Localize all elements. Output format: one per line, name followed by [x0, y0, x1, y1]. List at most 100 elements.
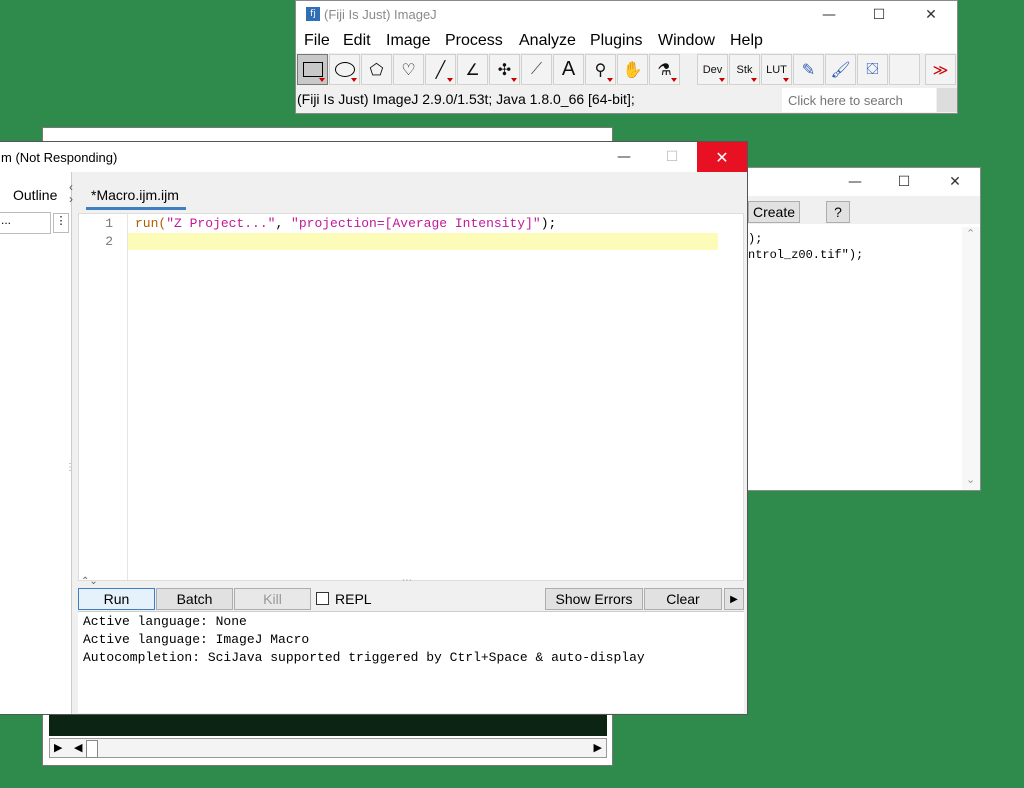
chevron-up-icon[interactable]: ⌃	[966, 227, 975, 240]
current-line-highlight	[128, 233, 718, 250]
imagej-main-window: fj (Fiji Is Just) ImageJ — ☐ ✕ File Edit…	[295, 0, 958, 114]
more-options-button[interactable]: ▶	[724, 588, 744, 610]
editor-title: m (Not Responding)	[1, 150, 118, 165]
angle-tool[interactable]: ∠	[457, 54, 488, 85]
oval-icon	[334, 62, 355, 77]
clear-button[interactable]: Clear	[644, 588, 722, 610]
minimize-icon[interactable]: —	[832, 168, 878, 196]
hand-tool[interactable]: ✋	[617, 54, 648, 85]
create-button[interactable]: Create	[748, 201, 800, 223]
sidebar-menu-button[interactable]: ⋮	[53, 213, 69, 233]
menu-process[interactable]: Process	[445, 32, 503, 50]
tab-macro[interactable]: *Macro.ijm.ijm	[91, 187, 179, 203]
lut-tool[interactable]: LUT	[761, 54, 792, 85]
scroll-left-icon[interactable]: ◀	[74, 741, 82, 754]
play-icon: ▶	[730, 593, 738, 605]
text-icon: A	[561, 58, 576, 80]
chevron-down-icon[interactable]: ⌄	[966, 473, 975, 486]
stk-label: Stk	[736, 63, 753, 76]
image-canvas	[49, 714, 607, 736]
rectangle-icon	[302, 62, 323, 77]
maximize-icon[interactable]: ☐	[856, 1, 902, 29]
menu-plugins[interactable]: Plugins	[590, 32, 642, 50]
brush-tool[interactable]: 🖌	[825, 54, 856, 85]
flood-fill-tool[interactable]: ⛋	[857, 54, 888, 85]
minimize-icon[interactable]: —	[601, 142, 647, 172]
play-icon[interactable]: ▶	[54, 741, 62, 754]
show-errors-button[interactable]: Show Errors	[545, 588, 643, 610]
minimize-icon[interactable]: —	[806, 1, 852, 29]
sidebar-filter-field[interactable]: ...	[0, 212, 51, 234]
pencil-icon: ✎	[801, 61, 816, 79]
more-tools-button[interactable]: ≫	[925, 54, 956, 85]
text-tool[interactable]: A	[553, 54, 584, 85]
freehand-icon: ♡	[401, 61, 416, 79]
dev-tool[interactable]: Dev	[697, 54, 728, 85]
rectangle-tool[interactable]	[297, 54, 328, 85]
scroll-thumb[interactable]	[86, 740, 98, 758]
imagej-status: (Fiji Is Just) ImageJ 2.9.0/1.53t; Java …	[297, 91, 635, 107]
wand-icon: ⟋	[530, 60, 543, 78]
output-console[interactable]: Active language: None Active language: I…	[78, 611, 744, 713]
help-button[interactable]: ?	[826, 201, 850, 223]
multipoint-tool[interactable]: ✣	[489, 54, 520, 85]
dropper-tool[interactable]: ⚗	[649, 54, 680, 85]
editor-button-bar: Run Batch Kill REPL Show Errors Clear ▶	[78, 585, 747, 613]
recorder-titlebar[interactable]: — ☐ ✕	[746, 168, 980, 196]
repl-label: REPL	[335, 591, 372, 607]
imagej-titlebar[interactable]: fj (Fiji Is Just) ImageJ — ☐ ✕	[296, 1, 957, 29]
menu-analyze[interactable]: Analyze	[519, 32, 576, 50]
console-line: Active language: ImageJ Macro	[83, 632, 310, 647]
close-icon[interactable]: ✕	[932, 168, 978, 196]
chevron-right-icon[interactable]: ›	[69, 192, 73, 206]
hand-icon: ✋	[622, 61, 643, 79]
menu-file[interactable]: File	[304, 32, 330, 50]
menu-window[interactable]: Window	[658, 32, 715, 50]
repl-checkbox[interactable]	[316, 592, 329, 605]
oval-tool[interactable]	[329, 54, 360, 85]
code-editor[interactable]: 1 2 run("Z Project...", "projection=[Ave…	[78, 213, 744, 581]
magnifier-tool[interactable]: ⚲	[585, 54, 616, 85]
run-button[interactable]: Run	[78, 588, 155, 610]
search-button[interactable]	[937, 88, 957, 112]
line-icon: ╱	[435, 61, 446, 79]
menu-image[interactable]: Image	[386, 32, 430, 50]
menu-edit[interactable]: Edit	[343, 32, 371, 50]
brush-icon: 🖌	[830, 61, 851, 79]
line-number: 1	[105, 216, 113, 231]
maximize-icon[interactable]: ☐	[649, 142, 695, 172]
menu-help[interactable]: Help	[730, 32, 763, 50]
code-string: "projection=[Average Intensity]"	[291, 216, 541, 231]
batch-button[interactable]: Batch	[156, 588, 233, 610]
console-line: Autocompletion: SciJava supported trigge…	[83, 650, 645, 665]
recorder-code-line: ntrol_z00.tif");	[748, 248, 864, 262]
line-tool[interactable]: ╱	[425, 54, 456, 85]
close-button[interactable]: ✕	[697, 142, 747, 172]
script-editor-window: m (Not Responding) — ☐ ✕ Outline ... ⋮ ⋮…	[0, 141, 748, 715]
kill-button[interactable]: Kill	[234, 588, 311, 610]
stk-tool[interactable]: Stk	[729, 54, 760, 85]
editor-titlebar[interactable]: m (Not Responding) — ☐ ✕	[0, 142, 747, 172]
pencil-tool[interactable]: ✎	[793, 54, 824, 85]
code-end: );	[540, 216, 557, 231]
angle-icon: ∠	[465, 61, 480, 79]
freehand-tool[interactable]: ♡	[393, 54, 424, 85]
stack-scrollbar[interactable]: ▶ ◀ ▶	[49, 738, 607, 758]
close-icon: ✕	[715, 147, 729, 167]
splitter-handle[interactable]: ⋮	[65, 462, 75, 473]
wand-tool[interactable]: ⟋	[521, 54, 552, 85]
recorder-button-row: Create ?	[746, 196, 980, 224]
maximize-icon[interactable]: ☐	[881, 168, 927, 196]
line-number-gutter: 1 2	[79, 214, 128, 580]
polygon-tool[interactable]: ⬠	[361, 54, 392, 85]
code-sep: ,	[275, 216, 292, 231]
multipoint-icon: ✣	[497, 61, 512, 79]
bucket-icon: ⛋	[866, 60, 879, 78]
close-icon[interactable]: ✕	[908, 1, 954, 29]
scroll-right-icon[interactable]: ▶	[594, 741, 602, 754]
recorder-code-line: );	[748, 232, 763, 246]
editor-sidebar: Outline ... ⋮ ⋮	[0, 172, 75, 714]
outline-tab[interactable]: Outline	[13, 187, 57, 203]
recorder-vscrollbar[interactable]: ⌃ ⌄	[962, 227, 980, 490]
search-input[interactable]	[782, 88, 936, 112]
